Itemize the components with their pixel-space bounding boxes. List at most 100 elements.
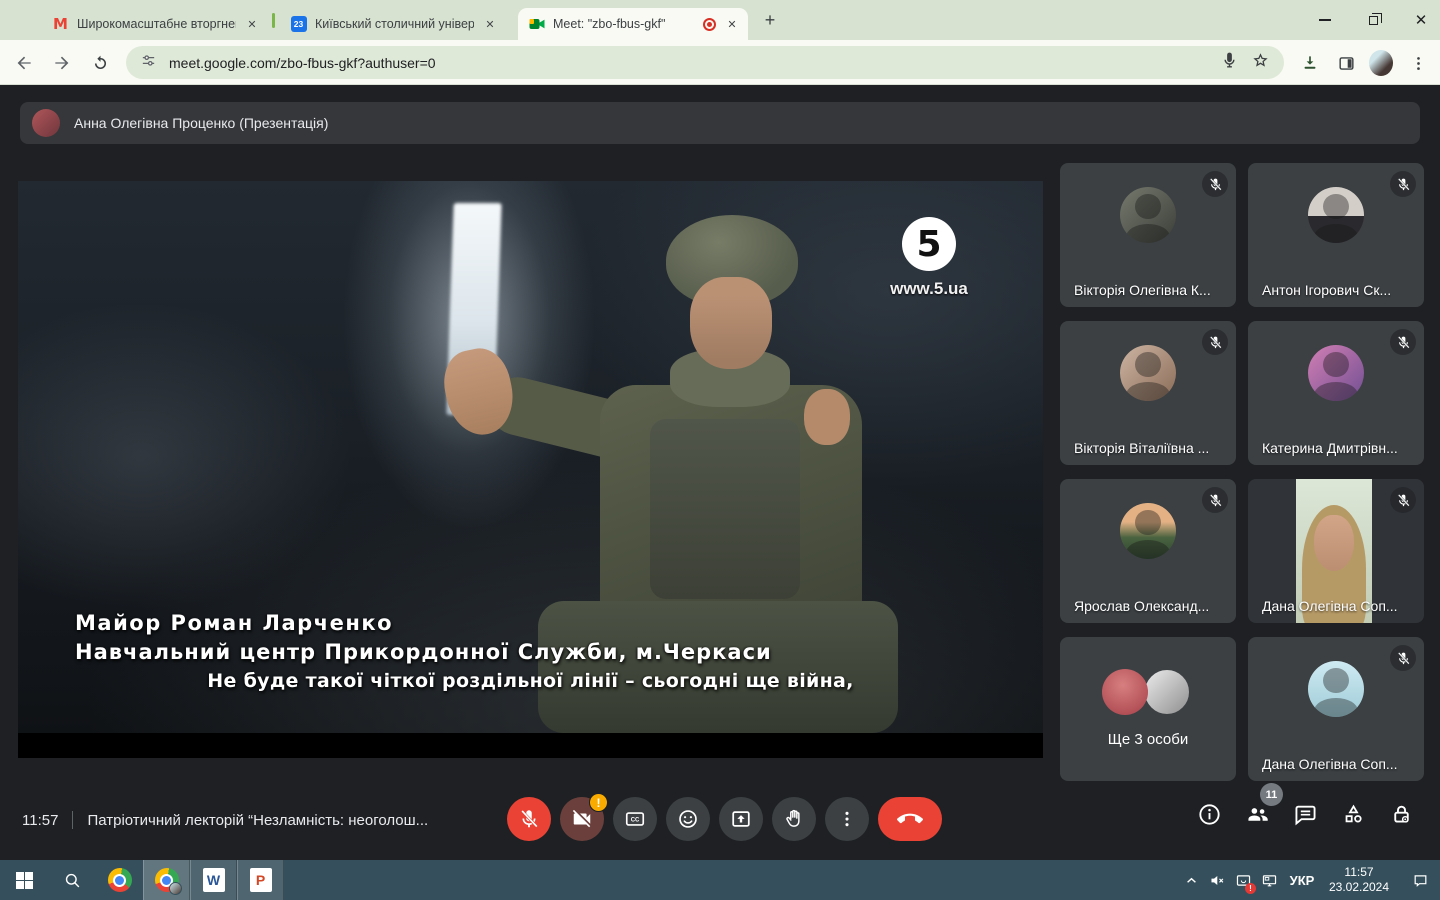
taskbar-chrome-icon[interactable] [96, 860, 143, 900]
present-screen-button[interactable] [719, 797, 763, 841]
system-tray: ! УКР 11:57 23.02.2024 [1178, 860, 1440, 900]
meet-page: Анна Олегівна Проценко (Презентація) 5 w… [0, 85, 1440, 860]
side-panel-icon[interactable] [1334, 51, 1358, 75]
window-minimize-button[interactable] [1310, 11, 1340, 29]
close-icon[interactable]: ✕ [724, 16, 740, 32]
participant-avatar [1308, 187, 1364, 243]
presenter-name: Анна Олегівна Проценко (Презентація) [74, 115, 328, 131]
divider [72, 811, 73, 829]
window-close-button[interactable]: ✕ [1406, 11, 1436, 29]
tab-title: Широкомасштабне вторгненн [77, 17, 236, 31]
participant-name: Катерина Дмитрівн... [1262, 440, 1398, 456]
caption-subtitle: Не буде такої чіткої роздільної лінії – … [18, 670, 1043, 692]
meet-icon [528, 16, 545, 33]
language-indicator[interactable]: УКР [1282, 873, 1322, 888]
screen-capture-icon[interactable]: ! [1230, 860, 1256, 900]
tab-meet[interactable]: Meet: "zbo-fbus-gkf" ✕ [518, 8, 748, 40]
overflow-avatar [1144, 669, 1190, 715]
browser-toolbar: meet.google.com/zbo-fbus-gkf?authuser=0 [0, 40, 1440, 85]
tab-strip: M Широкомасштабне вторгненн ✕ 23 Київськ… [0, 0, 1440, 40]
downloads-icon[interactable] [1298, 51, 1322, 75]
taskbar-chrome-active-icon[interactable] [143, 860, 190, 900]
taskbar-clock[interactable]: 11:57 23.02.2024 [1322, 865, 1400, 895]
gmail-icon: M [52, 16, 69, 33]
overflow-tile[interactable]: Ще 3 особи [1060, 637, 1236, 781]
meeting-title: Патріотичний лекторій “Незламність: неог… [87, 812, 428, 829]
mic-off-icon [1202, 329, 1228, 355]
caption-name: Майор Роман Ларченко [75, 611, 393, 635]
end-call-button[interactable] [878, 797, 942, 841]
mic-off-icon [1202, 487, 1228, 513]
participant-tile[interactable]: Ярослав Олександ... [1060, 479, 1236, 623]
meeting-info: 11:57 Патріотичний лекторій “Незламність… [22, 811, 428, 829]
back-button[interactable] [12, 51, 36, 75]
presentation-video[interactable]: 5 www.5.ua Майор Роман Ларченко Навчальн… [18, 181, 1043, 758]
tab-group-divider [272, 13, 275, 28]
tab-title: Meet: "zbo-fbus-gkf" [553, 17, 695, 31]
tray-chevron-icon[interactable] [1178, 860, 1204, 900]
mic-off-icon [1390, 645, 1416, 671]
taskbar-powerpoint-icon[interactable]: P [237, 860, 284, 900]
raise-hand-button[interactable] [772, 797, 816, 841]
info-icon[interactable] [1196, 801, 1223, 828]
tab-gmail[interactable]: M Широкомасштабне вторгненн ✕ [42, 8, 268, 40]
taskbar-search-button[interactable] [48, 860, 96, 900]
address-bar[interactable]: meet.google.com/zbo-fbus-gkf?authuser=0 [126, 46, 1284, 79]
reactions-button[interactable] [666, 797, 710, 841]
participant-tile[interactable]: Антон Ігорович Ск... [1248, 163, 1424, 307]
close-icon[interactable]: ✕ [482, 16, 498, 32]
action-center-icon[interactable] [1400, 860, 1440, 900]
letterbox-bar [18, 733, 1043, 758]
taskbar-word-icon[interactable]: W [190, 860, 237, 900]
presenter-banner[interactable]: Анна Олегівна Проценко (Презентація) [20, 102, 1420, 144]
profile-avatar[interactable] [1369, 51, 1393, 75]
participant-avatar [1120, 345, 1176, 401]
windows-taskbar: W P ! УКР 11:57 23.02.2024 [0, 860, 1440, 900]
channel-5-logo: 5 [902, 217, 956, 271]
caption-unit: Навчальний центр Прикордонної Служби, м.… [75, 640, 772, 664]
participant-tile[interactable]: Вікторія Віталіївна ... [1060, 321, 1236, 465]
svg-text:CC: CC [631, 817, 640, 823]
host-controls-icon[interactable] [1388, 801, 1415, 828]
new-tab-button[interactable]: + [760, 10, 780, 30]
captions-button[interactable]: CC [613, 797, 657, 841]
participant-name: Вікторія Олегівна К... [1074, 282, 1211, 298]
close-icon[interactable]: ✕ [244, 16, 260, 32]
chat-icon[interactable] [1292, 801, 1319, 828]
participant-avatar [1120, 503, 1176, 559]
voice-search-icon[interactable] [1220, 51, 1239, 75]
mic-off-icon [1390, 487, 1416, 513]
network-icon[interactable] [1256, 860, 1282, 900]
clock-date: 23.02.2024 [1322, 880, 1396, 895]
tab-calendar[interactable]: 23 Київський столичний універси ✕ [280, 8, 506, 40]
presenter-avatar [32, 109, 60, 137]
browser-menu-icon[interactable] [1406, 51, 1430, 75]
call-controls: ! CC [507, 797, 942, 841]
volume-muted-icon[interactable] [1204, 860, 1230, 900]
profile-mini-avatar [169, 882, 182, 895]
participants-count-badge: 11 [1260, 783, 1283, 806]
overflow-count: Ще 3 особи [1060, 731, 1236, 748]
site-settings-icon[interactable] [140, 52, 157, 74]
url-text[interactable]: meet.google.com/zbo-fbus-gkf?authuser=0 [169, 55, 1208, 71]
clock-time: 11:57 [1322, 865, 1396, 880]
camera-toggle-button[interactable]: ! [560, 797, 604, 841]
reload-button[interactable] [88, 51, 112, 75]
participant-tile[interactable]: Вікторія Олегівна К... [1060, 163, 1236, 307]
participant-name: Вікторія Віталіївна ... [1074, 440, 1209, 456]
bookmark-star-icon[interactable] [1251, 51, 1270, 75]
participant-name: Дана Олегівна Соп... [1262, 598, 1398, 614]
participant-tile[interactable]: Катерина Дмитрівн... [1248, 321, 1424, 465]
forward-button[interactable] [50, 51, 74, 75]
mic-off-icon [1390, 171, 1416, 197]
window-restore-button[interactable] [1358, 11, 1388, 29]
participant-avatar [1308, 345, 1364, 401]
more-options-button[interactable] [825, 797, 869, 841]
start-button[interactable] [0, 860, 48, 900]
mic-off-icon [1390, 329, 1416, 355]
participant-tile[interactable]: Дана Олегівна Соп... [1248, 637, 1424, 781]
mic-toggle-button[interactable] [507, 797, 551, 841]
participant-tile-live[interactable]: Дана Олегівна Соп... [1248, 479, 1424, 623]
participant-name: Антон Ігорович Ск... [1262, 282, 1391, 298]
activities-icon[interactable] [1340, 801, 1367, 828]
